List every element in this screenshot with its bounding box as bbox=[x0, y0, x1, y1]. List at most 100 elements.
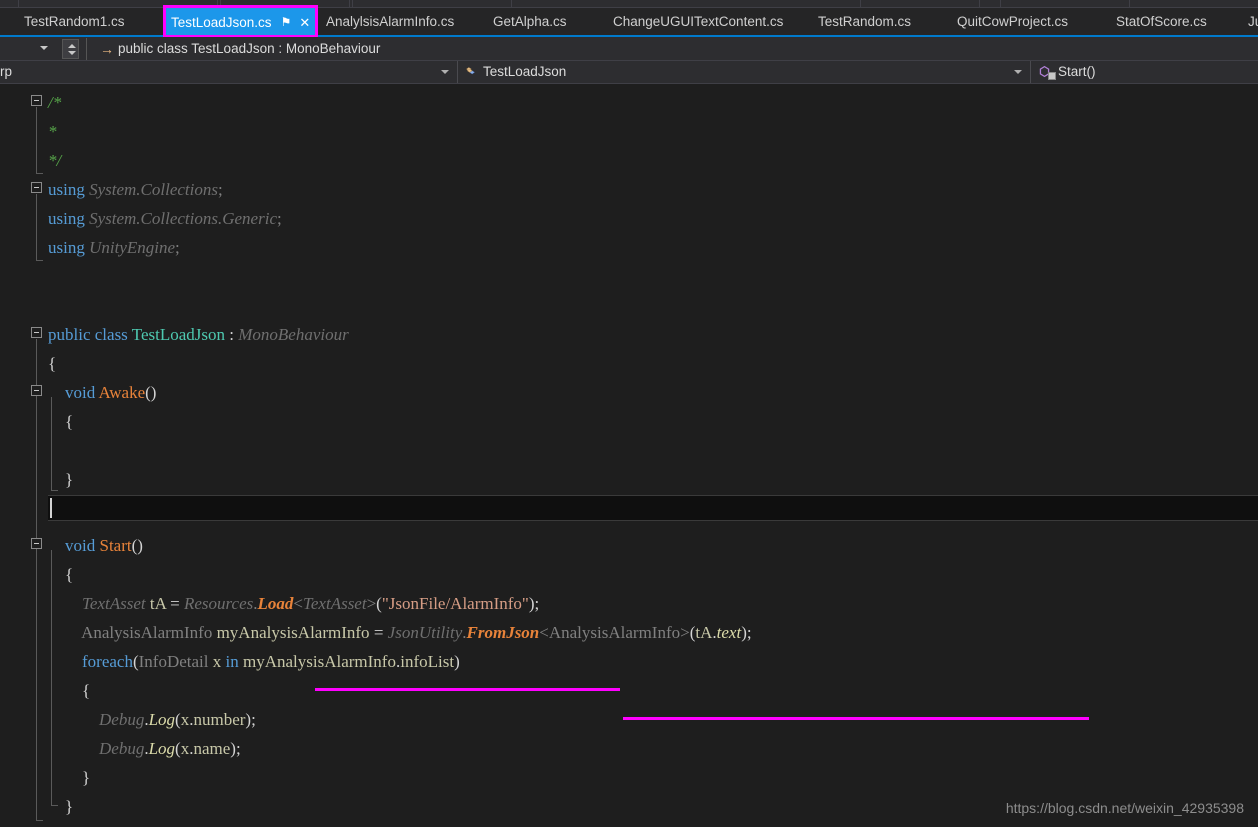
code-navigation-bar: rp TestLoadJson Start() bbox=[0, 61, 1258, 84]
code-line[interactable]: TextAsset tA = Resources.Load<TextAsset>… bbox=[48, 589, 539, 618]
document-tab-statofscore-cs[interactable]: StatOfScore.cs bbox=[1108, 8, 1215, 35]
code-token: Log bbox=[148, 710, 176, 729]
indent-guide-end bbox=[36, 260, 43, 261]
breadcrumb-text[interactable]: public class TestLoadJson : MonoBehaviou… bbox=[118, 40, 380, 58]
fold-toggle-usings[interactable] bbox=[31, 182, 42, 193]
code-line[interactable]: { bbox=[48, 407, 73, 436]
chevron-down-icon[interactable] bbox=[40, 46, 48, 50]
document-tab-bar: TestRandom1.cs TestLoadJson.cs ⚑ ✕ Analylsis… bbox=[0, 8, 1258, 37]
fold-toggle-awake[interactable] bbox=[31, 385, 42, 396]
annotation-underline bbox=[315, 688, 620, 691]
code-token: myAnalysisAlarmInfo bbox=[242, 652, 396, 671]
document-tab-testrandom-cs[interactable]: TestRandom.cs bbox=[810, 8, 919, 35]
code-line[interactable]: public class TestLoadJson : MonoBehaviou… bbox=[48, 320, 349, 349]
code-token: class bbox=[94, 325, 128, 344]
pin-icon[interactable]: ⚑ bbox=[281, 8, 292, 37]
code-token: System.Collections.Generic bbox=[89, 209, 277, 228]
code-line[interactable]: AnalysisAlarmInfo myAnalysisAlarmInfo = … bbox=[48, 618, 752, 647]
chevron-up-icon[interactable] bbox=[68, 44, 76, 48]
code-editor[interactable]: /* * */using System.Collections; using Syst… bbox=[0, 84, 1258, 827]
chevron-down-icon[interactable] bbox=[1014, 70, 1022, 74]
code-token: Debug bbox=[99, 710, 145, 729]
code-token: < bbox=[539, 623, 549, 642]
code-token: = bbox=[369, 623, 388, 642]
class-icon bbox=[465, 67, 476, 75]
code-line[interactable]: } bbox=[48, 465, 73, 494]
code-line[interactable]: void Awake() bbox=[48, 378, 156, 407]
indent-guide-end bbox=[36, 820, 43, 821]
visual-studio-window: TestRandom1.cs TestLoadJson.cs ⚑ ✕ Analylsis… bbox=[0, 0, 1258, 827]
document-tab-changeuguitextcontent-cs[interactable]: ChangeUGUITextContent.cs bbox=[605, 8, 791, 35]
type-selector[interactable]: TestLoadJson bbox=[459, 61, 1031, 83]
annotation-underline bbox=[623, 717, 1089, 720]
code-line[interactable]: /* bbox=[48, 88, 61, 117]
document-tab-label: AnalylsisAlarmInfo.cs bbox=[326, 14, 455, 29]
current-line-highlight bbox=[48, 495, 1258, 521]
code-token: AnalysisAlarmInfo bbox=[81, 623, 213, 642]
code-token: > bbox=[366, 594, 377, 613]
code-token: Resources bbox=[184, 594, 254, 613]
toolbar-group-4 bbox=[860, 0, 980, 8]
project-selector[interactable]: rp bbox=[0, 61, 458, 83]
code-token: /* bbox=[48, 93, 62, 112]
member-selector[interactable]: Start() bbox=[1032, 61, 1258, 83]
document-tab-label: ChangeUGUITextContent.cs bbox=[613, 14, 784, 29]
code-token: in bbox=[225, 652, 239, 671]
code-token: ); bbox=[528, 594, 540, 613]
document-tab-label: GetAlpha.cs bbox=[493, 14, 567, 29]
code-token: x bbox=[180, 739, 190, 758]
code-line[interactable]: foreach(InfoDetail x in myAnalysisAlarmI… bbox=[48, 647, 460, 676]
close-icon[interactable]: ✕ bbox=[299, 8, 310, 37]
indent-guide bbox=[36, 194, 37, 260]
toolbar-group-2 bbox=[220, 0, 350, 8]
code-line[interactable]: */ bbox=[48, 146, 61, 175]
code-token: : bbox=[225, 325, 239, 344]
code-line[interactable]: using System.Collections.Generic; bbox=[48, 204, 282, 233]
chevron-down-icon[interactable] bbox=[68, 51, 76, 55]
code-token: Start bbox=[99, 536, 132, 555]
type-selector-label: TestLoadJson bbox=[483, 64, 567, 79]
document-tab-analylsisalarminfo-cs[interactable]: AnalylsisAlarmInfo.cs bbox=[318, 8, 462, 35]
document-tab-label: Ju bbox=[1248, 14, 1258, 29]
code-token: FromJson bbox=[466, 623, 540, 642]
code-token: InfoDetail bbox=[138, 652, 209, 671]
code-line[interactable]: Debug.Log(x.name); bbox=[48, 734, 241, 763]
fold-toggle-comment[interactable] bbox=[31, 95, 42, 106]
code-token: UnityEngine bbox=[89, 238, 176, 257]
document-tab-ju[interactable]: Ju bbox=[1240, 8, 1258, 35]
code-token: { bbox=[48, 565, 74, 584]
document-tab-testloadjson-cs[interactable]: TestLoadJson.cs ⚑ ✕ bbox=[163, 8, 319, 37]
code-line[interactable]: } bbox=[48, 792, 73, 821]
code-token: JsonUtility bbox=[387, 623, 463, 642]
code-line[interactable]: { bbox=[48, 349, 56, 378]
fold-toggle-start[interactable] bbox=[31, 538, 42, 549]
code-token: number bbox=[193, 710, 246, 729]
code-line[interactable]: { bbox=[48, 676, 90, 705]
code-line[interactable]: void Start() bbox=[48, 531, 143, 560]
indent-guide bbox=[36, 107, 37, 173]
chevron-down-icon[interactable] bbox=[441, 70, 449, 74]
fold-toggle-class[interactable] bbox=[31, 327, 42, 338]
code-token: text bbox=[716, 623, 742, 642]
code-line[interactable]: } bbox=[48, 763, 90, 792]
code-token: TextAsset bbox=[82, 594, 146, 613]
code-line[interactable]: Debug.Log(x.number); bbox=[48, 705, 256, 734]
document-tab-getalpha-cs[interactable]: GetAlpha.cs bbox=[485, 8, 575, 35]
code-token: Debug bbox=[99, 739, 145, 758]
document-tab-quitcowproject-cs[interactable]: QuitCowProject.cs bbox=[949, 8, 1076, 35]
lock-icon bbox=[1048, 72, 1056, 80]
document-tab-testrandom1-cs[interactable]: TestRandom1.cs bbox=[16, 8, 133, 35]
code-token: ); bbox=[741, 623, 752, 642]
document-tab-label: TestLoadJson.cs bbox=[171, 15, 272, 30]
code-line[interactable]: using UnityEngine; bbox=[48, 233, 180, 262]
code-line[interactable]: * bbox=[48, 117, 57, 146]
code-line[interactable]: using System.Collections; bbox=[48, 175, 223, 204]
navigate-stepper[interactable] bbox=[62, 39, 79, 59]
code-token: { bbox=[48, 354, 57, 373]
code-token: { bbox=[48, 412, 74, 431]
indent-guide-end bbox=[36, 173, 43, 174]
code-line[interactable]: { bbox=[48, 560, 73, 589]
